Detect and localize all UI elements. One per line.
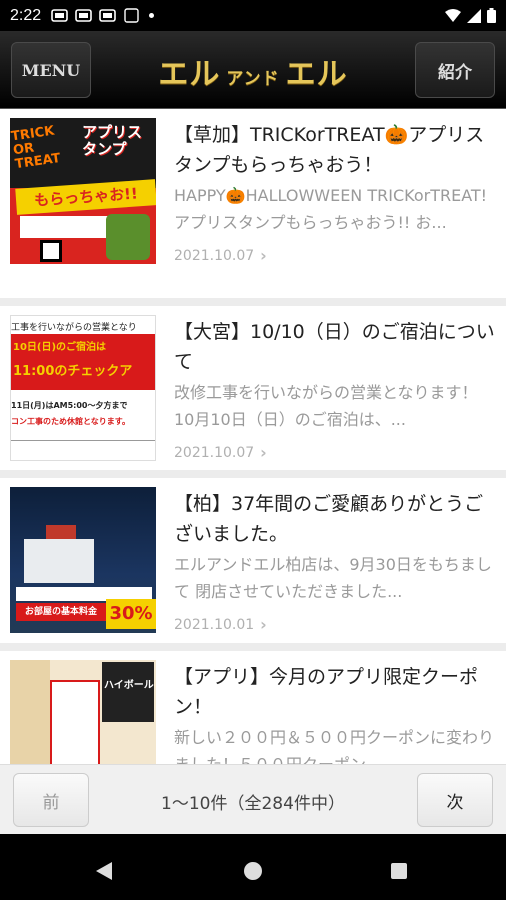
back-icon[interactable] xyxy=(96,862,112,880)
logo-part-left: エル xyxy=(158,57,221,92)
item-thumbnail: ハイボール xyxy=(10,660,156,764)
logo-part-mid: アンド xyxy=(226,68,280,89)
item-thumbnail: 工事を行いながらの営業となり 10日(日)のご宿泊は 11:00のチェックア 1… xyxy=(10,315,156,461)
item-text: 【柏】37年間のご愛顧ありがとうございました。 エルアンドエル柏店は、9月30日… xyxy=(174,487,496,643)
thumb-line-2: 10日(日)のご宿泊は xyxy=(13,342,107,353)
item-text: 【草加】TRICKorTREAT🎃アプリスタンプもらっちゃおう！ HAPPY🎃H… xyxy=(174,118,496,298)
chevron-right-icon: › xyxy=(260,443,267,462)
item-date-text: 2021.10.01 xyxy=(174,616,255,633)
item-thumbnail: お部屋の基本料金 30% xyxy=(10,487,156,633)
item-excerpt: 新しい２００円＆５００円クーポンに変わりました！５００円クーポン xyxy=(174,728,495,764)
qr-code-image xyxy=(40,240,62,262)
pagination-bar: 前 1〜10件（全284件中） 次 xyxy=(0,764,506,834)
item-thumbnail: TRICK OR TREAT アプリスタンプ もらっちゃお!! xyxy=(10,118,156,264)
item-excerpt: HAPPY🎃HALLOWWEEN TRICKorTREAT! アプリスタンプもら… xyxy=(174,186,488,232)
item-date: 2021.10.07 › xyxy=(174,246,496,265)
item-excerpt: 改修工事を行いながらの営業となります！ 10月10日（日）のご宿泊は、... xyxy=(174,383,478,429)
chevron-right-icon: › xyxy=(260,615,267,634)
thumb-line-5: コン工事のため休館となります。 xyxy=(11,417,130,426)
wifi-icon xyxy=(445,8,461,22)
list-item[interactable]: お部屋の基本料金 30% 【柏】37年間のご愛顧ありがとうございました。 エルア… xyxy=(0,478,506,651)
item-date: 2021.10.01 › xyxy=(174,615,496,634)
item-date: 2021.10.07 › xyxy=(174,443,496,462)
notification-icon xyxy=(51,9,68,22)
notification-icon-3 xyxy=(99,9,116,22)
logo-part-right: エル xyxy=(285,57,348,92)
battery-icon xyxy=(487,8,496,23)
item-date-text: 2021.10.07 xyxy=(174,444,255,461)
item-text: 【アプリ】今月のアプリ限定クーポン！ 新しい２００円＆５００円クーポンに変わりま… xyxy=(174,660,496,764)
thumb-corner-text: TRICK OR TREAT xyxy=(10,123,62,173)
thumb-label: ハイボール xyxy=(104,680,154,691)
item-excerpt: エルアンドエル柏店は、9月30日をもちまして 閉店させていただきました... xyxy=(174,555,492,601)
recent-apps-icon[interactable] xyxy=(391,863,407,879)
system-nav-bar xyxy=(0,842,506,900)
thumb-banner: お部屋の基本料金 xyxy=(16,603,106,621)
news-list[interactable]: TRICK OR TREAT アプリスタンプ もらっちゃお!! 【草加】TRIC… xyxy=(0,109,506,764)
status-time: 2:22 xyxy=(10,6,42,24)
intro-button[interactable]: 紹介 xyxy=(415,42,495,98)
item-title: 【柏】37年間のご愛顧ありがとうございました。 xyxy=(174,493,484,545)
item-date-text: 2021.10.07 xyxy=(174,247,255,264)
list-item[interactable]: 工事を行いながらの営業となり 10日(日)のご宿泊は 11:00のチェックア 1… xyxy=(0,306,506,478)
app-notification-icon xyxy=(124,8,139,23)
item-title: 【大宮】10/10（日）のご宿泊について xyxy=(174,321,495,373)
home-icon[interactable] xyxy=(244,862,262,880)
building-image xyxy=(24,539,94,583)
thumb-percent: 30% xyxy=(106,599,156,629)
status-bar: 2:22 xyxy=(0,0,506,31)
item-title: 【アプリ】今月のアプリ限定クーポン！ xyxy=(174,666,479,718)
item-title: 【草加】TRICKorTREAT🎃アプリスタンプもらっちゃおう！ xyxy=(174,124,485,176)
thumb-headline: アプリスタンプ xyxy=(82,123,143,158)
thumb-line-1: 工事を行いながらの営業となり xyxy=(11,323,137,333)
signal-icon xyxy=(467,8,481,23)
app-header: MENU エル アンド エル 紹介 xyxy=(0,31,506,109)
notification-icon-2 xyxy=(75,9,92,22)
more-notifications-dot xyxy=(149,13,155,18)
thumb-line-4: 11日(月)はAM5:00～夕方まで xyxy=(11,401,128,410)
list-item[interactable]: ハイボール 【アプリ】今月のアプリ限定クーポン！ 新しい２００円＆５００円クーポ… xyxy=(0,651,506,764)
item-text: 【大宮】10/10（日）のご宿泊について 改修工事を行いながらの営業となります！… xyxy=(174,315,496,470)
thumb-line-3: 11:00のチェックア xyxy=(13,364,133,379)
chevron-right-icon: › xyxy=(260,246,267,265)
list-item[interactable]: TRICK OR TREAT アプリスタンプ もらっちゃお!! 【草加】TRIC… xyxy=(0,109,506,306)
next-page-button[interactable]: 次 xyxy=(417,773,493,827)
